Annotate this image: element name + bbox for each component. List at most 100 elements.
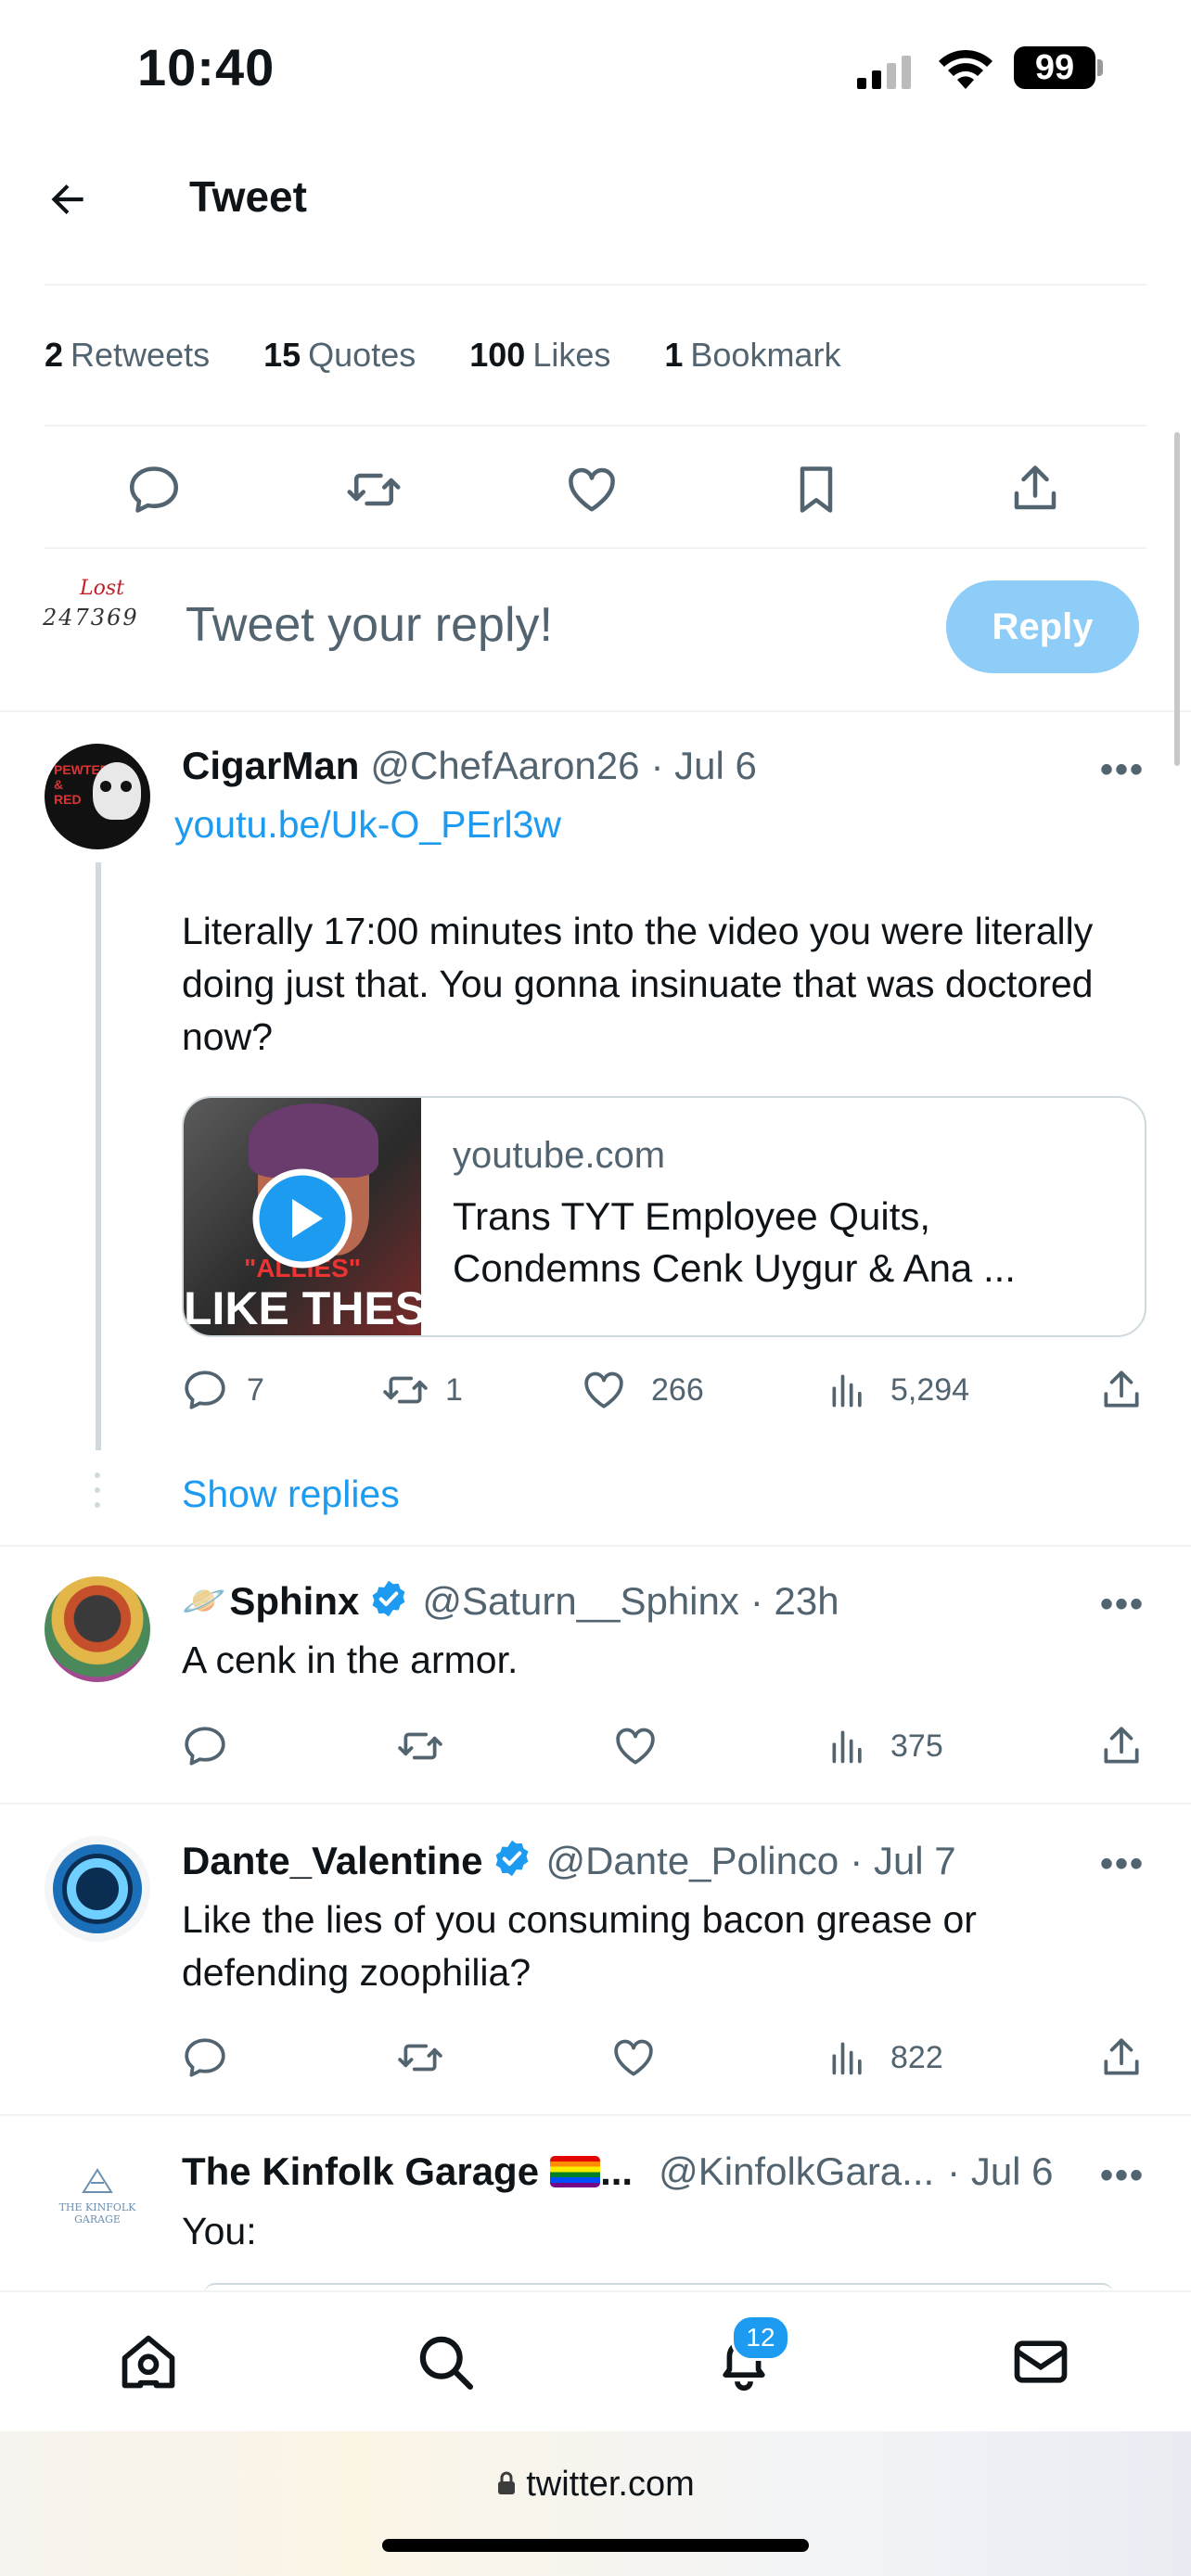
actions-divider: [45, 547, 1146, 549]
notifications-badge: 12: [731, 2315, 790, 2361]
url-field[interactable]: twitter.com: [0, 2465, 1191, 2506]
bookmark-icon[interactable]: [788, 462, 844, 517]
author-name[interactable]: CigarMan: [182, 744, 359, 788]
tweet-text: A cenk in the armor.: [182, 1639, 519, 1681]
card-title: Trans TYT Employee Quits, Condemns Cenk …: [453, 1194, 1016, 1290]
battery-tip: [1097, 59, 1103, 76]
tweet-time[interactable]: · 23h: [750, 1579, 839, 1624]
like-icon[interactable]: [564, 462, 620, 517]
avatar-kinfolk[interactable]: THE KINFOLK GARAGE: [45, 2148, 150, 2253]
views-icon: [832, 2042, 862, 2075]
verified-badge-icon: [492, 1838, 532, 1883]
tweet-2-views[interactable]: 375: [827, 1723, 943, 1769]
author-handle[interactable]: @KinfolkGara...: [659, 2149, 934, 2194]
reply-count: 7: [247, 1371, 264, 1408]
retweet-icon[interactable]: [395, 1723, 445, 1769]
retweet-icon[interactable]: [345, 462, 403, 517]
header-divider: [45, 284, 1146, 286]
stat-likes[interactable]: 100 Likes: [469, 336, 610, 375]
avatar-cigarman[interactable]: PEWTER & RED: [45, 744, 150, 849]
tweet-1-header: CigarMan @ChefAaron26 · Jul 6: [182, 744, 757, 788]
search-icon[interactable]: [414, 2329, 477, 2394]
tweet-link[interactable]: youtu.be/Uk-O_PErl3w: [174, 803, 561, 847]
view-count: 822: [890, 2039, 943, 2075]
home-indicator[interactable]: [382, 2539, 809, 2552]
like-count: 266: [651, 1371, 704, 1408]
views-icon: [832, 1374, 862, 1408]
status-time: 10:40: [137, 38, 275, 96]
back-arrow-icon[interactable]: [45, 176, 91, 223]
tweet-text: Like the lies of you consuming bacon gre…: [182, 1898, 977, 1994]
tweet-1-retweet-button[interactable]: 1: [380, 1367, 463, 1413]
scrollbar[interactable]: [1174, 432, 1180, 766]
view-count: 375: [890, 1728, 943, 1764]
retweet-count: 1: [445, 1371, 463, 1408]
thread-dots: [95, 1473, 102, 1517]
home-icon[interactable]: [117, 2329, 180, 2394]
tweet-1-views[interactable]: 5,294: [827, 1367, 969, 1413]
thread-line: [96, 862, 101, 1450]
stat-retweets[interactable]: 2 Retweets: [45, 336, 210, 375]
author-name[interactable]: Dante_Valentine: [182, 1839, 482, 1883]
show-replies-link[interactable]: Show replies: [182, 1473, 400, 1516]
author-handle[interactable]: @Dante_Polinco: [545, 1839, 839, 1883]
lock-icon: [496, 2466, 517, 2506]
reply-button[interactable]: Reply: [946, 580, 1139, 673]
page-title: Tweet: [189, 172, 307, 221]
composer-divider: [0, 710, 1191, 712]
stat-bookmarks[interactable]: 1 Bookmark: [664, 336, 840, 375]
tweet-time[interactable]: · Jul 6: [947, 2149, 1053, 2194]
planet-emoji: 🪐: [182, 1581, 226, 1621]
verified-badge-icon: [368, 1578, 409, 1624]
share-icon[interactable]: [1098, 1723, 1145, 1769]
name-truncation: ...: [600, 2149, 634, 2193]
share-icon[interactable]: [1098, 2034, 1145, 2081]
tweet-1-reply-button[interactable]: 7: [182, 1367, 264, 1413]
tweet-4-header: The Kinfolk Garage ... @KinfolkGara... ·…: [182, 2149, 1054, 2194]
tweet-text: You:: [182, 2210, 257, 2252]
engagement-stats: 2 Retweets 15 Quotes 100 Likes 1 Bookmark: [45, 336, 840, 375]
tweet-1-divider: [0, 1545, 1191, 1547]
stats-divider: [45, 425, 1146, 427]
like-icon: [584, 1371, 623, 1409]
battery-indicator: 99: [1014, 46, 1095, 89]
tweet-time[interactable]: · Jul 6: [651, 744, 757, 788]
tweet-3-header: Dante_Valentine @Dante_Polinco · Jul 7: [182, 1838, 956, 1883]
reply-icon: [185, 1371, 225, 1409]
tweet-2-divider: [0, 1803, 1191, 1804]
avatar-sphinx[interactable]: [45, 1576, 150, 1682]
author-handle[interactable]: @Saturn__Sphinx: [422, 1579, 739, 1624]
cellular-signal-icon: [857, 56, 916, 89]
more-options-icon[interactable]: •••: [1100, 1843, 1145, 1885]
link-preview-card[interactable]: "ALLIES" LIKE THES youtube.com Trans TYT…: [182, 1096, 1146, 1337]
share-icon[interactable]: [1007, 460, 1063, 517]
stat-quotes[interactable]: 15 Quotes: [263, 336, 416, 375]
tweet-2-header: 🪐 Sphinx @Saturn__Sphinx · 23h: [182, 1578, 839, 1624]
avatar-dante[interactable]: [45, 1836, 150, 1942]
card-domain: youtube.com: [453, 1135, 666, 1176]
pride-flag-emoji: [550, 2156, 601, 2187]
reply-icon[interactable]: [182, 2034, 228, 2081]
tweet-3-views[interactable]: 822: [827, 2034, 943, 2081]
retweet-icon[interactable]: [395, 2034, 445, 2081]
share-icon[interactable]: [1098, 1367, 1145, 1413]
reply-icon[interactable]: [126, 462, 182, 517]
messages-mail-icon[interactable]: [1009, 2329, 1072, 2394]
more-options-icon[interactable]: •••: [1100, 2155, 1145, 2197]
like-icon[interactable]: [610, 2034, 657, 2081]
play-icon[interactable]: [252, 1168, 352, 1269]
composer-avatar: Lost 247369: [43, 577, 139, 631]
url-text: twitter.com: [526, 2465, 695, 2504]
tweet-1-like-button[interactable]: 266: [581, 1367, 704, 1413]
like-icon[interactable]: [612, 1723, 659, 1769]
retweet-icon: [383, 1376, 428, 1404]
tweet-time[interactable]: · Jul 7: [850, 1839, 955, 1883]
author-name[interactable]: Sphinx: [229, 1579, 359, 1624]
author-handle[interactable]: @ChefAaron26: [370, 744, 639, 788]
author-name[interactable]: The Kinfolk Garage: [182, 2149, 539, 2194]
reply-input[interactable]: Tweet your reply!: [186, 597, 553, 653]
views-icon: [832, 1730, 862, 1764]
more-options-icon[interactable]: •••: [1100, 1584, 1145, 1626]
more-options-icon[interactable]: •••: [1100, 749, 1145, 791]
reply-icon[interactable]: [182, 1723, 228, 1769]
